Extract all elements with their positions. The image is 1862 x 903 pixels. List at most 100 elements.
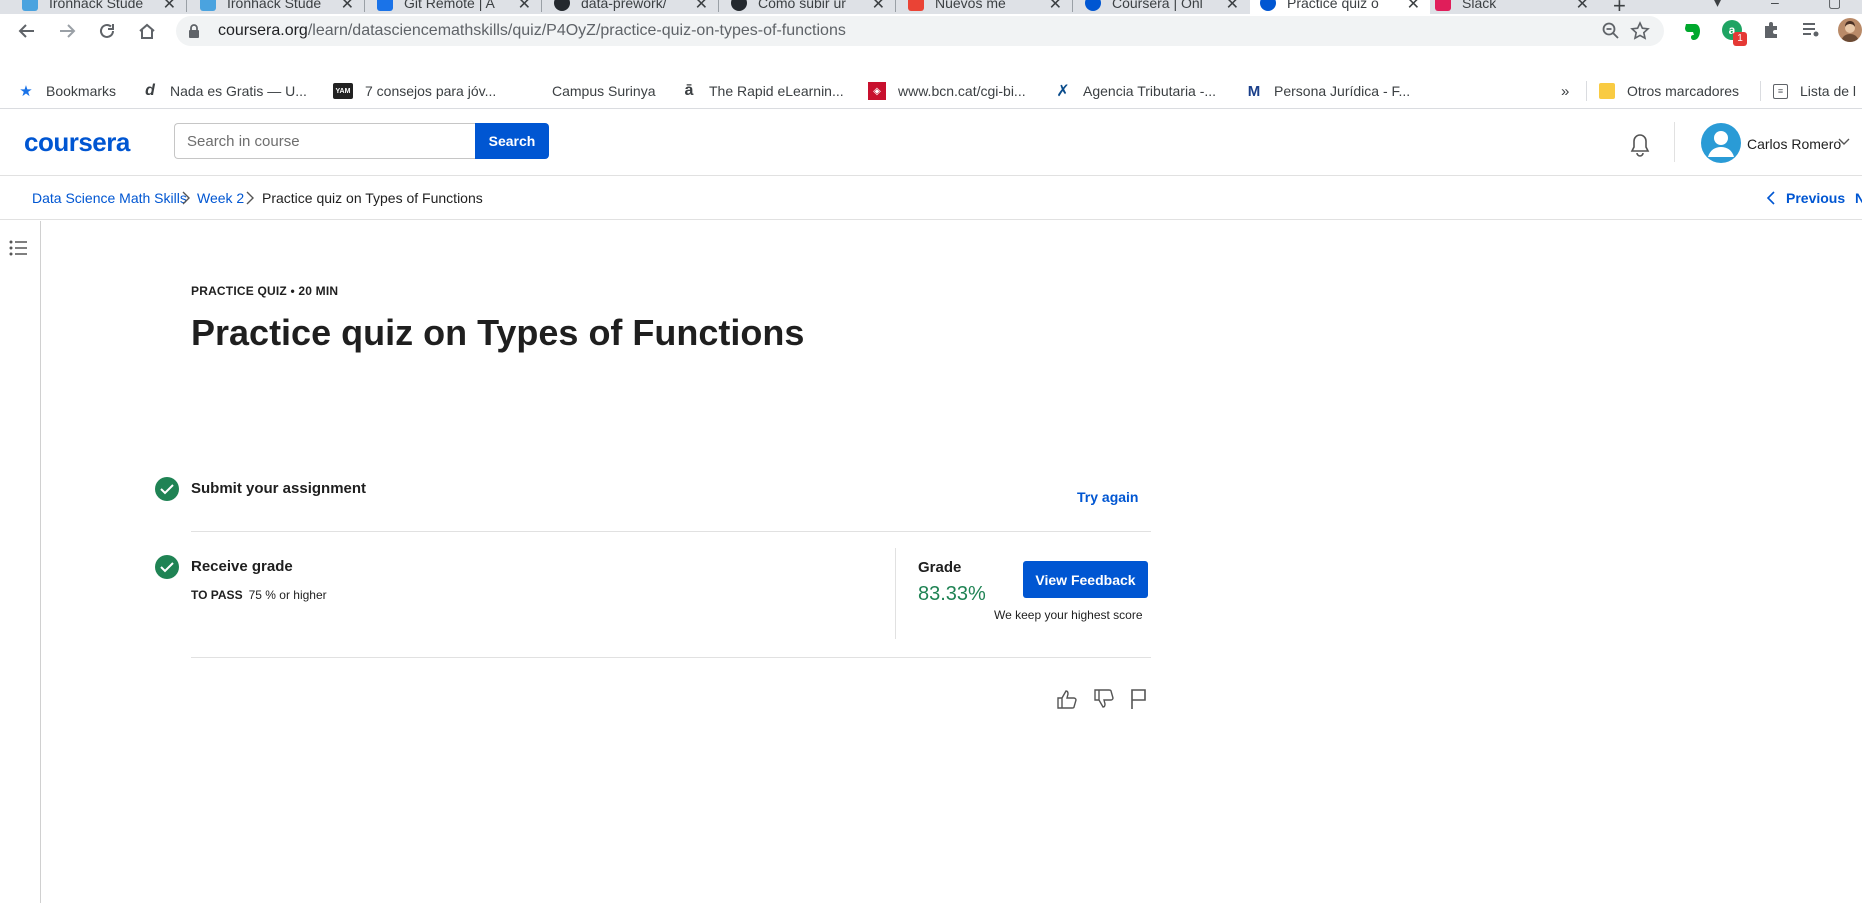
- slack-icon: [1435, 0, 1451, 11]
- a-icon: ā: [684, 82, 694, 99]
- browser-tab[interactable]: Ironhack Stude ✕: [200, 0, 364, 14]
- close-tab-icon[interactable]: ✕: [163, 0, 176, 14]
- tab-search-icon[interactable]: ▾: [1714, 0, 1721, 11]
- browser-tab[interactable]: Coursera | Onl ✕: [1085, 0, 1249, 14]
- browser-tab[interactable]: data-prework/ ✕: [554, 0, 718, 14]
- thumbs-down-icon[interactable]: [1093, 688, 1115, 710]
- more-bookmarks-button[interactable]: »: [1561, 82, 1569, 100]
- previous-link[interactable]: Previous: [1766, 190, 1845, 206]
- m-icon: M: [1247, 82, 1261, 100]
- browser-tab[interactable]: Git Remote | A ✕: [377, 0, 541, 14]
- list-icon[interactable]: [8, 238, 28, 258]
- folder-icon: [1599, 83, 1615, 99]
- view-feedback-button[interactable]: View Feedback: [1023, 561, 1148, 598]
- browser-tab[interactable]: Ironhack Stude ✕: [22, 0, 186, 14]
- gmail-icon: [908, 0, 924, 11]
- bookmark-item[interactable]: ā The Rapid eLearnin...: [681, 82, 844, 100]
- search-button[interactable]: Search: [475, 123, 549, 159]
- check-icon: [155, 555, 179, 579]
- extension-badge: 1: [1733, 32, 1747, 46]
- close-tab-icon[interactable]: ✕: [1576, 0, 1589, 14]
- divider: [191, 657, 1151, 658]
- browser-tab[interactable]: Nuevos me ✕: [908, 0, 1072, 14]
- atlassian-icon: [377, 0, 393, 11]
- new-tab-icon[interactable]: +: [1613, 0, 1626, 14]
- close-tab-icon[interactable]: ✕: [1407, 0, 1420, 14]
- home-icon: [139, 23, 155, 39]
- user-name[interactable]: Carlos Romero: [1747, 136, 1841, 152]
- breadcrumb-current: Practice quiz on Types of Functions: [262, 190, 483, 206]
- extensions-puzzle-icon[interactable]: [1762, 20, 1782, 40]
- reload-button[interactable]: [94, 18, 120, 44]
- profile-avatar[interactable]: [1838, 18, 1862, 42]
- breadcrumb-course[interactable]: Data Science Math Skills: [32, 190, 187, 206]
- bookmark-item[interactable]: ✗ Agencia Tributaria -...: [1055, 82, 1216, 100]
- coursera-header: coursera Search in course Search Carlos …: [0, 110, 1862, 176]
- url-text: coursera.org/learn/datasciencemathskills…: [218, 22, 846, 39]
- yam-icon: YAM: [333, 83, 353, 99]
- coursera-icon: [1085, 0, 1101, 11]
- forward-button[interactable]: [54, 18, 80, 44]
- evernote-icon[interactable]: [1682, 20, 1702, 42]
- close-tab-icon[interactable]: ✕: [1226, 0, 1239, 14]
- zoom-icon[interactable]: [1602, 22, 1620, 40]
- breadcrumb: Data Science Math Skills Week 2 Practice…: [0, 177, 1862, 220]
- d-icon: d: [145, 82, 155, 99]
- media-control-icon[interactable]: [1801, 20, 1821, 40]
- bookmark-item[interactable]: Campus Surinya: [552, 82, 656, 100]
- bookmark-star-icon[interactable]: [1630, 21, 1650, 41]
- browser-tab-active[interactable]: Practice quiz o ✕: [1250, 0, 1430, 14]
- close-tab-icon[interactable]: ✕: [1049, 0, 1062, 14]
- address-bar[interactable]: coursera.org/learn/datasciencemathskills…: [176, 16, 1664, 46]
- ironhack-icon: [22, 0, 38, 11]
- try-again-link[interactable]: Try again: [1077, 489, 1138, 505]
- chevron-down-icon[interactable]: [1838, 138, 1850, 146]
- reading-list-icon: ≡: [1773, 83, 1788, 99]
- profile-photo-icon: [1841, 21, 1859, 42]
- page-title: Practice quiz on Types of Functions: [191, 312, 805, 353]
- next-link[interactable]: N: [1855, 190, 1862, 206]
- close-tab-icon[interactable]: ✕: [341, 0, 354, 14]
- browser-tab[interactable]: Cómo subir ur ✕: [731, 0, 895, 14]
- bookmark-item[interactable]: ★ Bookmarks: [18, 82, 116, 100]
- minimize-icon[interactable]: –: [1771, 0, 1779, 10]
- user-icon: [1708, 131, 1734, 157]
- home-button[interactable]: [134, 18, 160, 44]
- coursera-logo[interactable]: coursera: [24, 127, 130, 158]
- flag-icon[interactable]: [1129, 688, 1149, 710]
- arrow-right-icon: [60, 24, 76, 38]
- lock-icon: [189, 24, 199, 38]
- bookmark-item[interactable]: M Persona Jurídica - F...: [1246, 82, 1410, 100]
- chevron-right-icon: [246, 191, 254, 205]
- github-icon: [731, 0, 747, 11]
- bookmarks-bar: ★ Bookmarks d Nada es Gratis — U... YAM …: [0, 73, 1862, 109]
- bookmark-item[interactable]: YAM 7 consejos para jóv...: [333, 82, 496, 100]
- breadcrumb-week[interactable]: Week 2: [197, 190, 244, 206]
- close-tab-icon[interactable]: ✕: [518, 0, 531, 14]
- divider: [191, 531, 1151, 532]
- restore-icon[interactable]: ▢: [1828, 0, 1841, 11]
- back-button[interactable]: [14, 18, 40, 44]
- star-icon: ★: [19, 83, 33, 100]
- reading-list-button[interactable]: ≡ Lista de l: [1773, 82, 1856, 100]
- course-outline-rail: [0, 221, 41, 903]
- bookmark-item[interactable]: d Nada es Gratis — U...: [142, 82, 307, 100]
- close-tab-icon[interactable]: ✕: [872, 0, 885, 14]
- ironhack-icon: [200, 0, 216, 11]
- chevron-left-icon: [1766, 191, 1775, 205]
- bell-icon[interactable]: [1628, 132, 1652, 158]
- coursera-icon: [1260, 0, 1276, 11]
- close-tab-icon[interactable]: ✕: [695, 0, 708, 14]
- thumbs-up-icon[interactable]: [1056, 688, 1078, 710]
- check-icon: [155, 477, 179, 501]
- bcn-icon: ◈: [868, 82, 886, 100]
- github-icon: [554, 0, 570, 11]
- other-bookmarks-folder[interactable]: Otros marcadores: [1599, 82, 1739, 100]
- to-pass-requirement: TO PASS 75 % or higher: [191, 588, 327, 602]
- search-input[interactable]: Search in course: [174, 123, 475, 159]
- user-avatar[interactable]: [1701, 123, 1741, 163]
- submit-step-label: Submit your assignment: [191, 480, 367, 497]
- bookmark-item[interactable]: ◈ www.bcn.cat/cgi-bi...: [868, 82, 1026, 100]
- browser-tab[interactable]: Slack ✕: [1435, 0, 1599, 14]
- highest-score-note: We keep your highest score: [994, 608, 1143, 622]
